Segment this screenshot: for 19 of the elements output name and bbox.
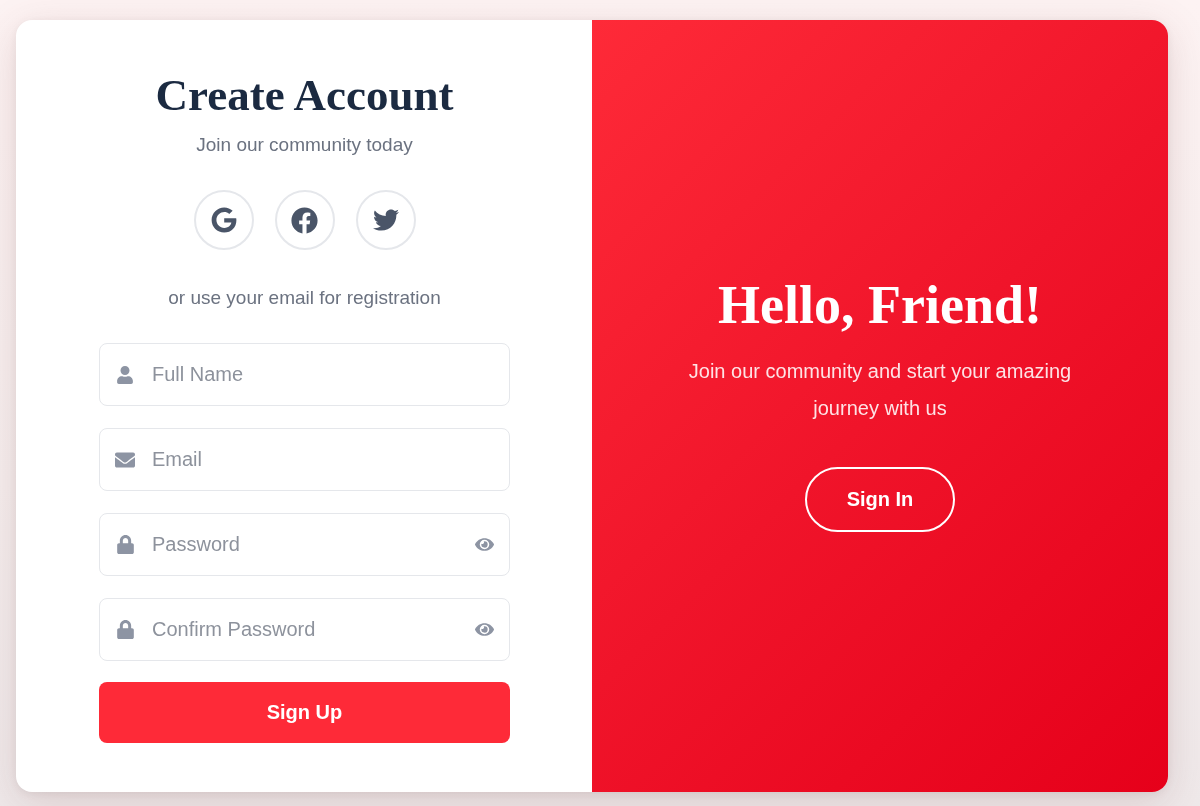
- user-icon: [116, 365, 134, 384]
- show-password-icon[interactable]: [475, 620, 494, 639]
- subtitle: Join our community today: [196, 133, 413, 157]
- sign-in-button[interactable]: Sign In: [805, 466, 955, 532]
- lock-icon: [115, 535, 135, 554]
- input-field[interactable]: Password: [99, 513, 510, 576]
- welcome-title: Hello, Friend!: [718, 276, 1042, 333]
- google-g-icon: [210, 207, 237, 233]
- sign-up-button[interactable]: Sign Up: [99, 682, 510, 743]
- facebook-f-icon: [291, 206, 318, 234]
- show-password-icon[interactable]: [475, 535, 494, 554]
- input-field[interactable]: Email: [99, 428, 510, 491]
- bird-icon: [372, 207, 399, 233]
- create-account-title: Create Account: [155, 71, 454, 119]
- lock-icon: [115, 620, 135, 639]
- divider-text: or use your email for registration: [168, 286, 441, 310]
- input-field[interactable]: Confirm Password: [99, 598, 510, 661]
- input-field[interactable]: Full Name: [99, 343, 510, 406]
- welcome-message: Join our community and start your amazing journey with us: [687, 358, 1073, 421]
